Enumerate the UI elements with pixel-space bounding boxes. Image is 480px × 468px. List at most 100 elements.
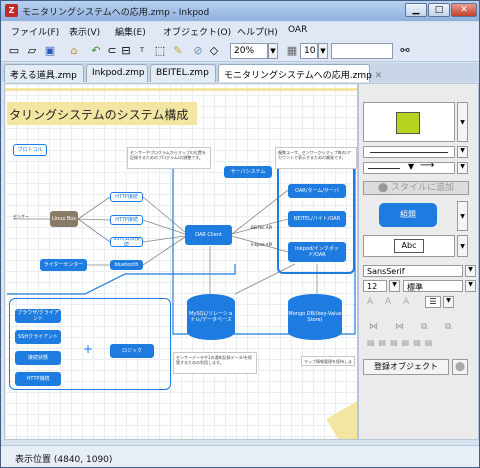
fill-color-swatch	[396, 112, 420, 134]
tab-close-icon[interactable]: ✕	[375, 71, 383, 81]
title-bar: Z モニタリングシステムへの応用.zmp - Inkpod ▁ □ ✕	[1, 1, 479, 21]
preset-dropdown-icon[interactable]: ▼	[457, 201, 468, 231]
font-family-select[interactable]: SansSerif	[363, 265, 463, 277]
menu-view[interactable]: 表示(V)	[69, 25, 100, 38]
node-beitel-oar[interactable]: BEITEL/バイト/OAR	[288, 211, 346, 227]
save-icon[interactable]: ▣	[43, 44, 57, 58]
zoom-dropdown-icon[interactable]: ▼	[268, 43, 278, 59]
preset-style-box[interactable]: 組題	[363, 201, 455, 231]
node-bluetooth[interactable]: bluetooth	[110, 260, 143, 270]
label-sensor: センサー	[13, 214, 29, 219]
add-style-button[interactable]: ⬤ スタイルに追加	[363, 181, 469, 195]
node-oar-client[interactable]: OAR Client	[185, 225, 232, 245]
note-sensor-program: センサーやプログラムからマップの位置を記録するためのプログラム/の調整です。	[127, 147, 211, 169]
node-logic[interactable]: ロジック	[110, 344, 154, 358]
grid-dropdown-icon[interactable]: ▼	[318, 43, 328, 59]
align-left-icon[interactable]: A	[367, 297, 373, 307]
register-toggle-icon[interactable]: ⬤	[452, 359, 468, 375]
node-browser-client[interactable]: ブラウザ/クライアント	[15, 309, 61, 323]
node-connection-state[interactable]: 接続状態	[15, 351, 61, 365]
home-icon[interactable]: ⌂	[67, 44, 81, 58]
paste-icon[interactable]: ⊟	[119, 44, 133, 58]
distribute-center-icon[interactable]: ⧉	[421, 322, 427, 332]
text-style-box[interactable]: Abc	[363, 235, 455, 257]
binoculars-icon[interactable]: ⚯	[398, 44, 412, 58]
close-button[interactable]: ✕	[451, 3, 477, 17]
arrow-start-dropdown-icon[interactable]: ▼	[408, 162, 414, 171]
tab-beitel[interactable]: BEITEL.zmp	[150, 64, 216, 82]
select-icon[interactable]: ⬚	[153, 44, 167, 58]
pen-icon[interactable]: ✎	[171, 44, 185, 58]
maximize-button[interactable]: □	[428, 3, 450, 17]
style-panel: ▼ ▼ ▼ ⟶ ▼ ⬤ スタイルに追加 組題 ▼ Abc ▼ SansSerif…	[358, 83, 479, 440]
font-weight-select[interactable]: 標準	[403, 280, 463, 292]
arrow-start-line	[368, 168, 400, 169]
node-http-2[interactable]: HTTP接続	[110, 215, 143, 225]
eraser-icon[interactable]: ◇	[207, 44, 221, 58]
text-align-dropdown-icon[interactable]: ▼	[443, 296, 454, 308]
tab-bar: 考える道具.zmp Inkpod.zmp BEITEL.zmp モニタリングシス…	[1, 63, 479, 82]
toolbar: ▭ ▱ ▣ ⌂ ↶ ⊂ ⊟ T ⬚ ✎ ⊘ ◇ 20% ▼ ▦ 10 ▼ ⚯	[1, 40, 479, 62]
distribute-v-icon[interactable]: ⋈	[395, 322, 404, 332]
node-ssh[interactable]: SSH/具体接続	[110, 237, 143, 247]
db-mysql[interactable]: MySQL/リレーショナル/データベース	[187, 294, 235, 340]
cursor-position: 表示位置 (4840, 1090)	[15, 455, 113, 465]
add-style-label: スタイルに追加	[390, 183, 454, 193]
font-size-select[interactable]: 12	[363, 280, 387, 292]
node-protocol[interactable]: ブロトコル	[13, 144, 47, 156]
tab-monitoring[interactable]: モニタリングシステムへの応用.zmp ✕	[218, 64, 382, 82]
node-oar-server[interactable]: OAR/ターム/サーバ	[288, 184, 346, 198]
node-http-1[interactable]: HTTP接続	[110, 192, 143, 202]
minimize-button[interactable]: ▁	[405, 3, 427, 17]
link-icon[interactable]: ⊘	[191, 44, 205, 58]
node-inkpod-oar[interactable]: Inkpod/インクポッド/OAR	[288, 242, 346, 262]
menu-file[interactable]: ファイル(F)	[11, 25, 59, 38]
app-window: Z モニタリングシステムへの応用.zmp - Inkpod ▁ □ ✕ ファイル…	[0, 0, 480, 468]
distribute-h-icon[interactable]: ⋈	[369, 322, 378, 332]
tab-thinking-tools[interactable]: 考える道具.zmp	[4, 64, 84, 82]
line-style-select[interactable]	[363, 146, 455, 158]
arrow-dropdown-icon[interactable]: ▼	[457, 162, 468, 174]
grid-select[interactable]: 10	[300, 43, 318, 59]
font-family-dropdown-icon[interactable]: ▼	[465, 265, 476, 277]
label-inkpod-api: Inkpod API	[251, 242, 273, 247]
text-align-icon[interactable]: ☰	[425, 296, 441, 308]
node-writer-center[interactable]: ライターセンター	[40, 259, 87, 271]
align-center-icon[interactable]: A	[385, 297, 391, 307]
node-server-system[interactable]: サーバシステム	[224, 166, 272, 178]
line-style-dropdown-icon[interactable]: ▼	[457, 146, 468, 158]
zoom-select[interactable]: 20%	[230, 43, 268, 59]
menu-object[interactable]: オブジェクト(O)	[163, 25, 231, 38]
new-icon[interactable]: ▭	[7, 44, 21, 58]
align-right-icon[interactable]: A	[403, 297, 409, 307]
distribute-space-icon[interactable]: ⧉	[445, 322, 451, 332]
text-icon[interactable]: T	[135, 44, 149, 58]
register-object-button[interactable]: 登録オブジェクト	[363, 359, 449, 375]
diagram-canvas[interactable]: タリングシステムのシステム構成 ブロトコル HTTP接続 HTTP接続 SSH/…	[4, 83, 358, 440]
font-weight-dropdown-icon[interactable]: ▼	[465, 280, 476, 292]
menu-help[interactable]: ヘルプ(H)	[237, 25, 278, 38]
text-style-dropdown-icon[interactable]: ▼	[457, 235, 468, 257]
fill-dropdown-icon[interactable]: ▼	[457, 102, 468, 142]
label-beitel-api: BEITEL API	[251, 225, 273, 230]
node-linux-box[interactable]: Linux Box	[50, 211, 78, 227]
window-title: モニタリングシステムへの応用.zmp - Inkpod	[22, 8, 210, 18]
db-mongo[interactable]: Mongo DB/(key-Value Store)	[288, 294, 342, 340]
menu-edit[interactable]: 編集(E)	[115, 25, 146, 38]
copy-icon[interactable]: ⊂	[105, 44, 119, 58]
node-http-client[interactable]: HTTP接続	[15, 372, 61, 386]
align-tools-icon[interactable]: ▤▤▤▤▤▤	[367, 338, 436, 347]
fill-preview[interactable]	[363, 102, 455, 142]
note-sensor-data: センサーデータや1の通知記録データ/を保管するための利用します。	[173, 352, 257, 374]
menu-bar: ファイル(F) 表示(V) 編集(E) オブジェクト(O) ヘルプ(H) OAR	[1, 22, 479, 40]
undo-icon[interactable]: ↶	[89, 44, 103, 58]
menu-oar[interactable]: OAR	[288, 25, 307, 35]
font-size-dropdown-icon[interactable]: ▼	[389, 280, 400, 292]
search-input[interactable]	[331, 43, 393, 59]
open-icon[interactable]: ▱	[25, 44, 39, 58]
tab-inkpod[interactable]: Inkpod.zmp	[86, 64, 148, 82]
node-ssh-client[interactable]: SSHクライアント	[15, 330, 61, 344]
grid-icon[interactable]: ▦	[285, 44, 299, 58]
status-bar: 表示位置 (4840, 1090)	[1, 445, 479, 467]
arrow-style-select[interactable]: ▼ ⟶	[363, 160, 455, 174]
